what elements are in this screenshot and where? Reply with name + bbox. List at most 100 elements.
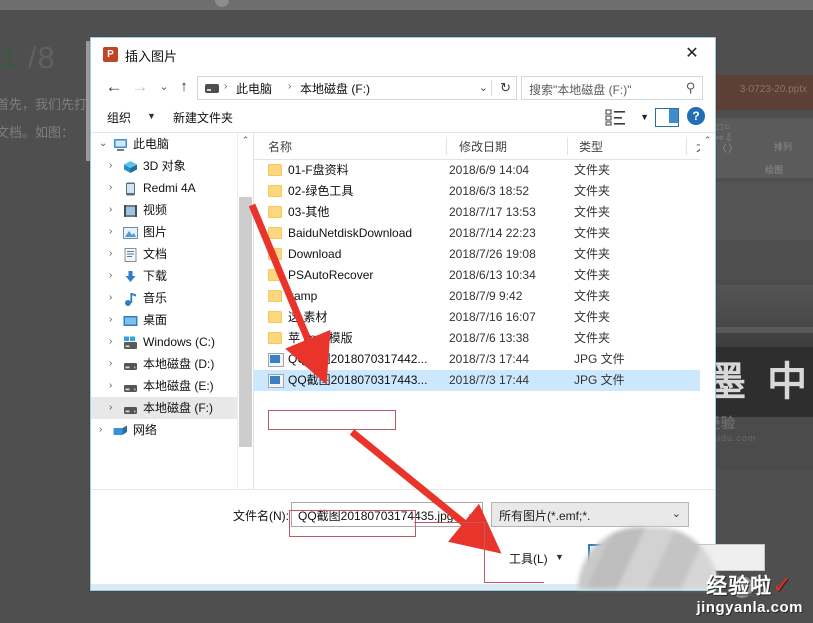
navigation-tree: ⌄ 此电脑 › 3D 对象 › Redmi 4A › 视频 › 图片 › 文档 › 下载 › 音乐 › 桌面 › Wi…	[91, 133, 254, 523]
table-row[interactable]: QQ截图2018070317442... 2018/7/3 17:44 JPG 文件	[254, 349, 715, 370]
windrive-icon	[123, 335, 138, 349]
organize-caret-icon[interactable]: ▼	[147, 111, 156, 121]
navigation-row: ← → ⌄ ↑ › 此电脑 › 本地磁盘 (F:) ⌄ ↻ 搜索"本地磁盘 (F…	[91, 71, 715, 103]
table-row[interactable]: 这 素材 2018/7/16 16:07 文件夹	[254, 307, 715, 328]
table-row[interactable]: xamp 2018/7/9 9:42 文件夹	[254, 286, 715, 307]
chevron-icon[interactable]: ›	[109, 375, 112, 397]
file-date-cell: 2018/7/26 19:08	[449, 247, 536, 261]
view-caret-icon[interactable]: ▼	[640, 112, 649, 122]
column-divider-3[interactable]	[686, 137, 687, 155]
list-scroll-up-icon[interactable]: ⌃	[700, 133, 715, 148]
chevron-icon[interactable]: ›	[109, 199, 112, 221]
filename-input[interactable]: QQ截图20180703174435.jpg ⌄	[291, 502, 483, 527]
file-name-cell: 01-F盘资料	[288, 163, 349, 177]
chevron-icon[interactable]: ›	[99, 419, 102, 441]
document-icon	[123, 247, 138, 262]
tree-item-13[interactable]: › 网络	[91, 419, 253, 441]
file-list-pane: ⌃ 名称 修改日期 类型 大 01-F盘资料2018/6/9 14:04文件夹0…	[254, 133, 715, 523]
column-header-type[interactable]: 类型	[579, 138, 603, 155]
preview-pane-icon[interactable]	[655, 108, 679, 127]
file-type-cell: 文件夹	[574, 226, 611, 240]
close-icon[interactable]: ✕	[669, 38, 715, 70]
image-icon	[268, 374, 284, 388]
filename-chevron-down-icon[interactable]: ⌄	[467, 507, 476, 520]
chevron-icon[interactable]: ›	[109, 265, 112, 287]
bg-arrange-label: 排列	[774, 142, 793, 152]
forward-icon[interactable]: →	[129, 76, 151, 98]
view-layout-icon[interactable]	[605, 108, 631, 127]
file-type-cell: 文件夹	[574, 205, 611, 219]
chevron-icon[interactable]: ›	[109, 177, 112, 199]
new-folder-button[interactable]: 新建文件夹	[173, 109, 233, 126]
chevron-icon[interactable]: ›	[109, 287, 112, 309]
filetype-select[interactable]: 所有图片(*.emf;*. ⌄	[491, 502, 689, 527]
table-row[interactable]: 03-其他 2018/7/17 13:53 文件夹	[254, 202, 715, 223]
tree-item-3[interactable]: › 视频	[91, 199, 253, 221]
chevron-icon[interactable]: ›	[109, 309, 112, 331]
table-row[interactable]: 01-F盘资料 2018/6/9 14:04 文件夹	[254, 160, 715, 181]
refresh-icon[interactable]: ↻	[500, 80, 511, 96]
tree-item-9[interactable]: › Windows (C:)	[91, 331, 253, 353]
tree-item-5[interactable]: › 文档	[91, 243, 253, 265]
column-divider-1[interactable]	[446, 137, 447, 155]
column-header-date[interactable]: 修改日期	[459, 138, 507, 155]
tree-item-2[interactable]: › Redmi 4A	[91, 177, 253, 199]
tree-item-12[interactable]: › 本地磁盘 (F:)	[91, 397, 253, 419]
file-type-cell: 文件夹	[574, 247, 611, 261]
column-divider-2[interactable]	[567, 137, 568, 155]
tree-item-4[interactable]: › 图片	[91, 221, 253, 243]
table-row[interactable]: 02-绿色工具 2018/6/3 18:52 文件夹	[254, 181, 715, 202]
tree-item-label: 视频	[143, 203, 168, 217]
tree-item-0[interactable]: ⌄ 此电脑	[91, 133, 253, 155]
chevron-down-icon[interactable]: ⌄	[479, 81, 488, 94]
chevron-icon[interactable]: ⌄	[99, 133, 107, 155]
breadcrumb-separator-1: ›	[288, 81, 292, 92]
tools-button[interactable]: 工具(L)	[509, 550, 548, 567]
tree-item-11[interactable]: › 本地磁盘 (E:)	[91, 375, 253, 397]
tree-item-1[interactable]: › 3D 对象	[91, 155, 253, 177]
breadcrumb-separator-0: ›	[224, 81, 228, 92]
tree-item-label: 网络	[133, 423, 158, 437]
tools-caret-icon[interactable]: ▼	[555, 552, 564, 562]
chevron-icon[interactable]: ›	[109, 155, 112, 177]
table-row[interactable]: BaiduNetdiskDownload 2018/7/14 22:23 文件夹	[254, 223, 715, 244]
back-icon[interactable]: ←	[103, 76, 125, 98]
table-row[interactable]: QQ截图2018070317443... 2018/7/3 17:44 JPG 文件	[254, 370, 715, 391]
breadcrumb-local-disk-f[interactable]: 本地磁盘 (F:)	[300, 80, 370, 97]
tree-scroll-up-icon[interactable]: ⌃	[238, 133, 253, 148]
table-row[interactable]: PSAutoRecover 2018/6/13 10:34 文件夹	[254, 265, 715, 286]
drive-icon	[205, 84, 219, 93]
table-row[interactable]: 苹 cms 模版 2018/7/6 13:38 文件夹	[254, 328, 715, 349]
search-input[interactable]: 搜索"本地磁盘 (F:)" ⚲	[521, 76, 703, 100]
breadcrumb-this-pc[interactable]: 此电脑	[236, 80, 272, 97]
tree-item-7[interactable]: › 音乐	[91, 287, 253, 309]
tree-scroll-thumb[interactable]	[239, 197, 252, 447]
chevron-icon[interactable]: ›	[109, 221, 112, 243]
column-headers: ⌃ 名称 修改日期 类型 大	[254, 133, 715, 160]
filetype-chevron-down-icon[interactable]: ⌄	[672, 507, 681, 520]
chevron-icon[interactable]: ›	[109, 243, 112, 265]
tree-item-8[interactable]: › 桌面	[91, 309, 253, 331]
table-row[interactable]: Download 2018/7/26 19:08 文件夹	[254, 244, 715, 265]
list-scrollbar[interactable]: ⌃ ⌄	[700, 133, 715, 500]
organize-button[interactable]: 组织	[107, 109, 131, 126]
bg-slide-headline: 墨 中	[700, 347, 813, 417]
up-icon[interactable]: ↑	[173, 76, 195, 98]
sort-indicator-icon: ⌃	[326, 133, 335, 140]
file-date-cell: 2018/7/3 17:44	[449, 352, 530, 366]
music-icon	[123, 291, 138, 306]
chevron-icon[interactable]: ›	[109, 331, 112, 353]
tree-item-label: 音乐	[143, 291, 168, 305]
tree-item-6[interactable]: › 下载	[91, 265, 253, 287]
file-name-cell: QQ截图2018070317442...	[288, 352, 428, 366]
search-icon[interactable]: ⚲	[686, 80, 696, 96]
tree-item-10[interactable]: › 本地磁盘 (D:)	[91, 353, 253, 375]
chevron-icon[interactable]: ›	[109, 397, 112, 419]
bg-draw-group-label: 绘图	[765, 165, 784, 175]
help-icon[interactable]: ?	[687, 107, 705, 125]
chevron-icon[interactable]: ›	[109, 353, 112, 375]
tree-scrollbar[interactable]: ⌃ ⌄	[237, 133, 253, 523]
recent-locations-icon[interactable]: ⌄	[153, 76, 175, 98]
address-bar[interactable]: › 此电脑 › 本地磁盘 (F:) ⌄ ↻	[197, 76, 517, 100]
column-header-name[interactable]: 名称	[268, 138, 292, 155]
